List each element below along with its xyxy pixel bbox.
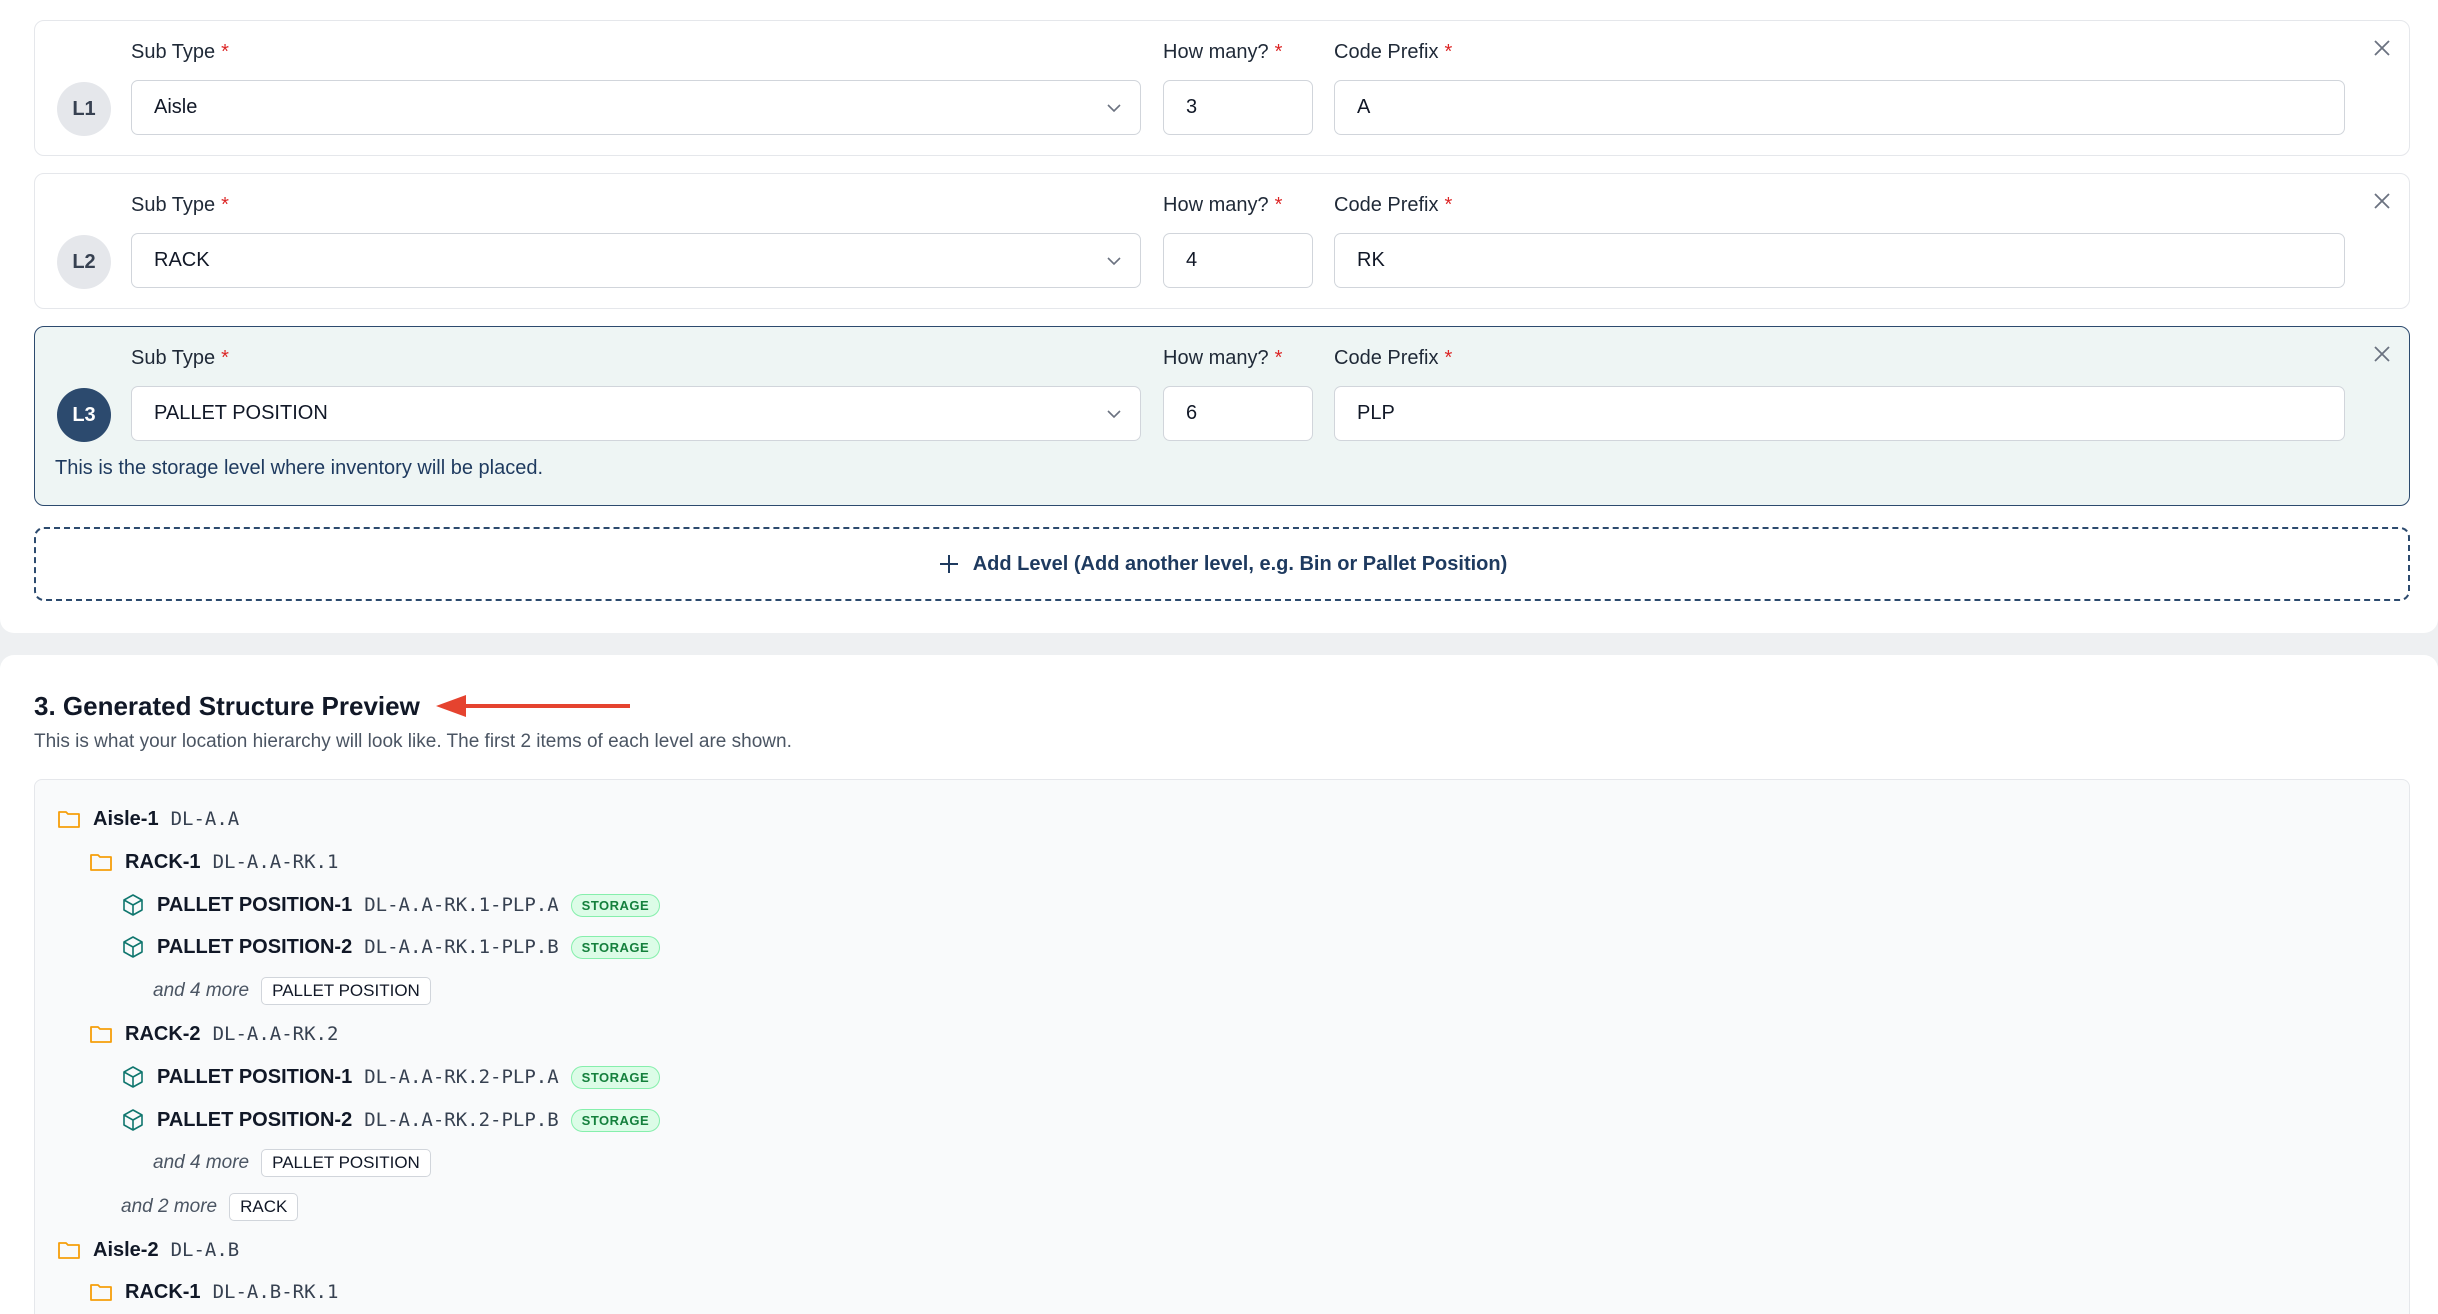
chevron-down-icon	[1107, 104, 1121, 113]
how-many-input[interactable]: 3	[1163, 80, 1313, 135]
box-icon	[123, 1109, 143, 1131]
sub-type-select[interactable]: Aisle	[131, 80, 1141, 135]
sub-type-label: Sub Type *	[131, 194, 229, 216]
tree-more-row: and 4 more PALLET POSITION	[153, 976, 431, 1006]
preview-card: 3. Generated Structure Preview This is w…	[0, 655, 2438, 1314]
sub-type-select[interactable]: RACK	[131, 233, 1141, 288]
code-prefix-label: Code Prefix *	[1334, 41, 1453, 63]
storage-badge: STORAGE	[570, 1065, 661, 1089]
structure-tree: Aisle-1 DL-A.A RACK-1 DL-A.A-RK.1 PALLET…	[34, 779, 2410, 1314]
tree-item-row[interactable]: PALLET POSITION-2 DL-A.A-RK.1-PLP.B STOR…	[121, 932, 661, 962]
tree-item-row[interactable]: PALLET POSITION-2 DL-A.A-RK.2-PLP.B STOR…	[121, 1105, 661, 1135]
section-title: 3. Generated Structure Preview	[34, 691, 420, 721]
chevron-down-icon	[1107, 257, 1121, 266]
chevron-down-icon	[1107, 410, 1121, 419]
code-prefix-input[interactable]: RK	[1334, 233, 2345, 288]
how-many-label: How many? *	[1163, 347, 1283, 369]
tree-item-row[interactable]: PALLET POSITION-1 DL-A.A-RK.2-PLP.A STOR…	[121, 1062, 661, 1092]
tree-more-row: and 4 more PALLET POSITION	[153, 1148, 431, 1178]
tree-more-row: and 2 more RACK	[121, 1192, 299, 1222]
tree-folder-row[interactable]: RACK-1 DL-A.A-RK.1	[89, 847, 338, 877]
how-many-label: How many? *	[1163, 41, 1283, 63]
box-icon	[123, 936, 143, 958]
level-badge: L1	[57, 82, 111, 136]
tree-folder-row[interactable]: Aisle-2 DL-A.B	[57, 1235, 239, 1265]
folder-icon	[90, 1026, 112, 1043]
how-many-input[interactable]: 6	[1163, 386, 1313, 441]
level-config-card: L1 Sub Type * Aisle How many? * 3 Code Pre…	[0, 0, 2438, 633]
close-icon[interactable]	[2371, 37, 2393, 59]
section-subtitle: This is what your location hierarchy wil…	[34, 731, 792, 752]
storage-badge: STORAGE	[570, 893, 661, 917]
code-prefix-label: Code Prefix *	[1334, 194, 1453, 216]
sub-type-label: Sub Type *	[131, 41, 229, 63]
box-icon	[123, 894, 143, 916]
folder-icon	[58, 1242, 80, 1259]
sub-type-label: Sub Type *	[131, 347, 229, 369]
how-many-input[interactable]: 4	[1163, 233, 1313, 288]
level-badge: L3	[57, 388, 111, 442]
close-icon[interactable]	[2371, 343, 2393, 365]
folder-icon	[90, 854, 112, 871]
plus-icon	[939, 555, 958, 573]
level-tag: RACK	[229, 1193, 299, 1221]
level-row-2: L2 Sub Type * RACK How many? * 4 Code Pref…	[34, 173, 2410, 309]
arrow-annotation	[436, 695, 630, 717]
tree-item-row[interactable]: PALLET POSITION-1 DL-A.A-RK.1-PLP.A STOR…	[121, 890, 661, 920]
tree-folder-row[interactable]: RACK-2 DL-A.A-RK.2	[89, 1019, 338, 1049]
folder-icon	[58, 811, 80, 828]
level-tag: PALLET POSITION	[261, 1149, 431, 1177]
level-row-1: L1 Sub Type * Aisle How many? * 3 Code Pre…	[34, 20, 2410, 156]
tree-folder-row[interactable]: Aisle-1 DL-A.A	[57, 804, 239, 834]
code-prefix-input[interactable]: PLP	[1334, 386, 2345, 441]
code-prefix-input[interactable]: A	[1334, 80, 2345, 135]
add-level-label: Add Level (Add another level, e.g. Bin o…	[972, 552, 1508, 575]
level-tag: PALLET POSITION	[261, 977, 431, 1005]
close-icon[interactable]	[2371, 190, 2393, 212]
box-icon	[123, 1066, 143, 1088]
storage-level-note: This is the storage level where inventor…	[55, 457, 544, 479]
how-many-label: How many? *	[1163, 194, 1283, 216]
storage-badge: STORAGE	[570, 1108, 661, 1132]
storage-badge: STORAGE	[570, 935, 661, 959]
code-prefix-label: Code Prefix *	[1334, 347, 1453, 369]
sub-type-select[interactable]: PALLET POSITION	[131, 386, 1141, 441]
required-mark: *	[221, 41, 229, 63]
level-row-3: L3 Sub Type * PALLET POSITION How many? * …	[34, 326, 2410, 506]
level-badge: L2	[57, 235, 111, 289]
folder-icon	[90, 1284, 112, 1301]
add-level-button[interactable]: Add Level (Add another level, e.g. Bin o…	[34, 527, 2410, 601]
tree-folder-row[interactable]: RACK-1 DL-A.B-RK.1	[89, 1277, 338, 1307]
